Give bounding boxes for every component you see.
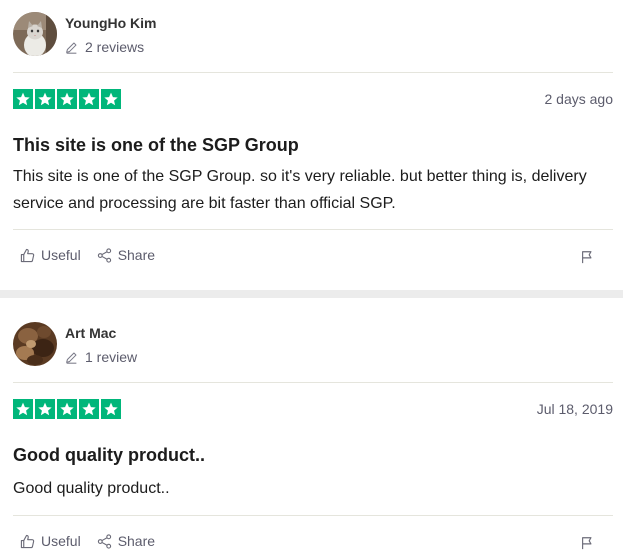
star-icon bbox=[13, 89, 33, 109]
useful-button[interactable]: Useful bbox=[20, 247, 81, 264]
flag-icon bbox=[582, 537, 592, 550]
star-icon bbox=[101, 89, 121, 109]
star-icon bbox=[57, 399, 77, 419]
star-icon bbox=[79, 399, 99, 419]
useful-label: Useful bbox=[41, 247, 81, 263]
star-icon bbox=[13, 399, 33, 419]
divider bbox=[13, 229, 613, 230]
share-icon bbox=[97, 534, 111, 549]
review-separator bbox=[0, 290, 623, 298]
star-icon bbox=[57, 89, 77, 109]
consumer-info[interactable]: YoungHo Kim 2 reviews bbox=[13, 12, 157, 56]
star-icon bbox=[35, 89, 55, 109]
share-icon bbox=[97, 248, 111, 263]
review-actions: Useful Share bbox=[20, 247, 171, 264]
review-title[interactable]: Good quality product.. bbox=[13, 444, 205, 466]
pencil-icon bbox=[66, 352, 77, 364]
divider bbox=[13, 515, 613, 516]
report-flag-button[interactable] bbox=[580, 536, 594, 550]
avatar[interactable] bbox=[13, 12, 57, 56]
review-card: Art Mac 1 review Jul 18, 2019 Good quali… bbox=[0, 298, 623, 559]
share-label: Share bbox=[117, 533, 156, 549]
consumer-name[interactable]: Art Mac bbox=[65, 325, 137, 342]
share-button[interactable]: Share bbox=[97, 533, 155, 550]
review-date: 2 days ago bbox=[544, 91, 614, 107]
avatar[interactable] bbox=[13, 322, 57, 366]
review-count-label: 1 review bbox=[85, 349, 138, 365]
report-flag-button[interactable] bbox=[580, 250, 594, 264]
star-rating bbox=[13, 89, 123, 109]
star-rating bbox=[13, 399, 123, 419]
review-actions: Useful Share bbox=[20, 533, 171, 550]
star-icon bbox=[35, 399, 55, 419]
flag-icon bbox=[582, 251, 592, 264]
share-label: Share bbox=[117, 247, 156, 263]
review-card: YoungHo Kim 2 reviews 2 days ago This si… bbox=[0, 0, 623, 290]
thumbs-up-icon bbox=[20, 248, 35, 263]
share-button[interactable]: Share bbox=[97, 247, 155, 264]
useful-button[interactable]: Useful bbox=[20, 533, 81, 550]
review-count: 2 reviews bbox=[65, 39, 157, 56]
useful-label: Useful bbox=[41, 533, 81, 549]
review-date: Jul 18, 2019 bbox=[536, 401, 613, 417]
review-text: Good quality product.. bbox=[13, 480, 170, 497]
divider bbox=[13, 382, 613, 383]
star-icon bbox=[79, 89, 99, 109]
consumer-name[interactable]: YoungHo Kim bbox=[65, 15, 157, 32]
review-count: 1 review bbox=[65, 349, 137, 366]
thumbs-up-icon bbox=[20, 534, 35, 549]
divider bbox=[13, 72, 613, 73]
star-icon bbox=[101, 399, 121, 419]
review-text: This site is one of the SGP Group. so it… bbox=[13, 168, 587, 212]
review-title[interactable]: This site is one of the SGP Group bbox=[13, 134, 299, 156]
pencil-icon bbox=[66, 42, 77, 54]
consumer-info[interactable]: Art Mac 1 review bbox=[13, 322, 137, 366]
review-count-label: 2 reviews bbox=[85, 39, 145, 55]
